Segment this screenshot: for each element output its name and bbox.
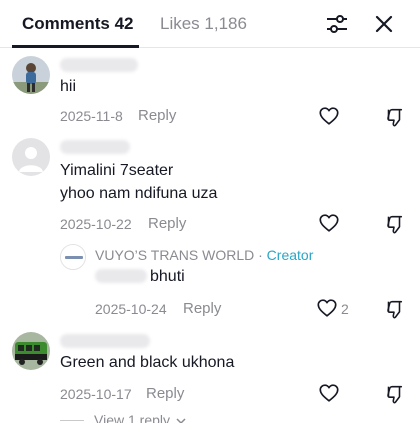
heart-icon[interactable] bbox=[316, 297, 338, 319]
reply-button[interactable]: Reply bbox=[138, 107, 176, 124]
dislike-icon[interactable] bbox=[383, 383, 405, 405]
comment-text: Yimalini 7seater bbox=[60, 162, 174, 179]
blurred-mention bbox=[95, 269, 147, 283]
active-tab-indicator bbox=[12, 45, 139, 48]
reply-date: 2025-10-24 bbox=[95, 301, 167, 317]
like-count: 2 bbox=[341, 301, 349, 317]
blurred-username bbox=[60, 140, 130, 154]
reply-author-name: VUYO’S TRANS WORLD bbox=[95, 247, 255, 263]
reply-button[interactable]: Reply bbox=[146, 385, 184, 402]
view-replies-label: View 1 reply bbox=[94, 412, 171, 423]
heart-icon[interactable] bbox=[318, 382, 340, 404]
chevron-down-icon bbox=[176, 418, 186, 423]
tab-comments[interactable]: Comments 42 bbox=[22, 14, 133, 34]
comment-text: yhoo nam ndifuna uza bbox=[60, 185, 218, 202]
comment-item: Green and black ukhona 2025-10-17 Reply bbox=[0, 328, 420, 423]
heart-icon[interactable] bbox=[318, 105, 340, 127]
view-replies-button[interactable]: View 1 reply bbox=[94, 412, 186, 423]
blurred-username bbox=[60, 334, 150, 348]
reply-author[interactable]: VUYO’S TRANS WORLD · Creator bbox=[95, 247, 313, 263]
close-icon[interactable] bbox=[372, 12, 396, 36]
comment-date: 2025-10-17 bbox=[60, 386, 132, 402]
tab-likes[interactable]: Likes 1,186 bbox=[160, 14, 247, 34]
comment-item: hii 2025-11-8 Reply bbox=[0, 52, 420, 132]
avatar[interactable] bbox=[12, 332, 50, 370]
dislike-icon[interactable] bbox=[383, 298, 405, 320]
view-replies-line bbox=[60, 420, 84, 421]
comments-header: Comments 42 Likes 1,186 bbox=[0, 0, 420, 48]
reply-item: VUYO’S TRANS WORLD · Creator bhuti 2025-… bbox=[0, 240, 420, 320]
comment-item: Yimalini 7seater yhoo nam ndifuna uza 20… bbox=[0, 132, 420, 242]
avatar[interactable] bbox=[12, 138, 50, 176]
dislike-icon[interactable] bbox=[383, 106, 405, 128]
comment-text: hii bbox=[60, 78, 77, 95]
blurred-username bbox=[60, 58, 138, 72]
creator-avatar[interactable] bbox=[60, 244, 86, 270]
creator-badge: Creator bbox=[266, 247, 314, 263]
reply-button[interactable]: Reply bbox=[183, 300, 221, 317]
filter-sliders-icon[interactable] bbox=[325, 12, 349, 36]
heart-icon[interactable] bbox=[318, 212, 340, 234]
reply-text: bhuti bbox=[150, 268, 185, 285]
dislike-icon[interactable] bbox=[383, 213, 405, 235]
reply-button[interactable]: Reply bbox=[148, 215, 186, 232]
comment-date: 2025-10-22 bbox=[60, 216, 132, 232]
avatar[interactable] bbox=[12, 56, 50, 94]
separator-dot: · bbox=[258, 247, 263, 263]
comment-date: 2025-11-8 bbox=[60, 108, 123, 124]
comment-text: Green and black ukhona bbox=[60, 354, 235, 371]
